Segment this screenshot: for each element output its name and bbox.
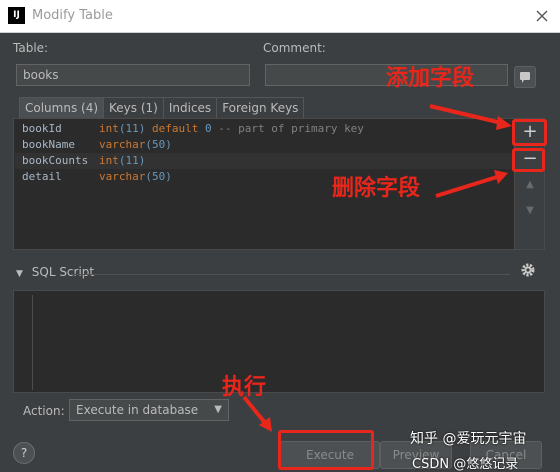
annotation-arrows xyxy=(242,104,512,432)
watermark-zhihu: 知乎 @爱玩元宇宙 xyxy=(410,431,527,447)
